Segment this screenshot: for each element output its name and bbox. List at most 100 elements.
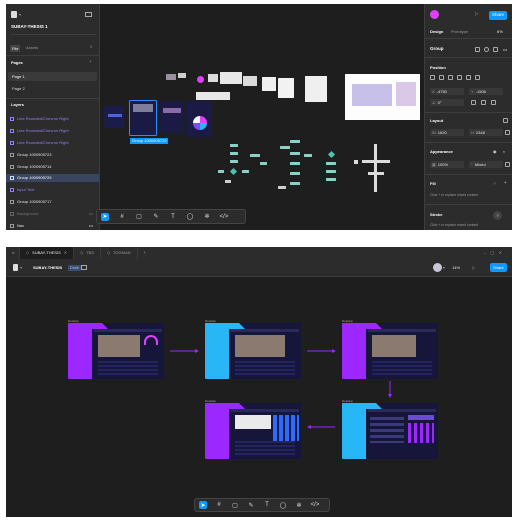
constrain-proportions-icon[interactable]: [505, 130, 510, 135]
flow-node[interactable]: [304, 154, 312, 157]
square-icon[interactable]: ▢: [231, 501, 239, 509]
eye-icon[interactable]: ◉: [493, 150, 497, 154]
layer-row[interactable]: Input Text: [6, 186, 99, 194]
avatar[interactable]: [197, 76, 204, 83]
flow-node[interactable]: [290, 182, 300, 185]
flip-horizontal-icon[interactable]: [481, 100, 486, 105]
styles-icon[interactable]: ⁘: [493, 182, 496, 186]
layer-row[interactable]: Nav •••: [6, 222, 99, 230]
more-icon[interactable]: •••: [89, 224, 93, 228]
actions-icon[interactable]: ✲: [203, 213, 211, 221]
code-icon[interactable]: </>: [311, 501, 320, 509]
align-right-icon[interactable]: [448, 75, 453, 80]
tab-design[interactable]: Design: [430, 30, 443, 34]
flow-node[interactable]: [354, 160, 358, 164]
align-top-icon[interactable]: [457, 75, 462, 80]
sidebar-toggle-icon[interactable]: [85, 12, 92, 17]
layer-row[interactable]: Group 1000905723: [6, 151, 99, 159]
square-icon[interactable]: ▢: [135, 213, 143, 221]
add-fill-icon[interactable]: +: [504, 180, 507, 186]
add-page-icon[interactable]: +: [89, 59, 92, 65]
rotate-icon[interactable]: [471, 100, 476, 105]
rotation-field[interactable]: ∠ 0°: [430, 99, 464, 106]
align-left-icon[interactable]: [430, 75, 435, 80]
frame-thumbnail[interactable]: [160, 101, 184, 133]
frame-thumbnail[interactable]: [104, 106, 124, 128]
align-middle-icon[interactable]: [466, 75, 471, 80]
flow-node[interactable]: [230, 160, 238, 163]
help-icon[interactable]: ?: [493, 211, 502, 220]
frame-thumbnail[interactable]: [243, 76, 257, 86]
opacity-field[interactable]: ▦ 100%: [430, 161, 464, 168]
hash-icon[interactable]: #: [118, 213, 126, 221]
flow-node[interactable]: [290, 140, 300, 143]
pen-icon[interactable]: ✎: [152, 213, 160, 221]
layer-row[interactable]: Background •••: [6, 210, 99, 218]
layer-row[interactable]: Line Rounded/Chevron Right: [6, 127, 99, 135]
flow-node[interactable]: [260, 162, 267, 165]
flow-node[interactable]: [326, 162, 336, 165]
flow-node[interactable]: [290, 172, 300, 175]
figma-logo-icon[interactable]: [11, 11, 17, 18]
frame-thumbnail[interactable]: [278, 78, 294, 98]
layer-row[interactable]: Line Rounded/Chevron Right: [6, 115, 99, 123]
component-icon[interactable]: [475, 47, 480, 52]
flow-node[interactable]: [230, 152, 238, 155]
cursor-icon[interactable]: ➤: [199, 501, 207, 509]
frame-thumbnail[interactable]: [178, 73, 186, 78]
tab-file[interactable]: File: [10, 45, 21, 52]
canvas[interactable]: Group 1000905729: [100, 4, 424, 230]
flow-node[interactable]: [280, 146, 290, 149]
layer-row-selected[interactable]: Group 1000905729: [6, 174, 99, 182]
text-icon[interactable]: T: [263, 501, 271, 509]
tab-assets[interactable]: Assets: [26, 46, 38, 50]
flow-node[interactable]: [278, 186, 286, 189]
flow-node[interactable]: [218, 170, 224, 173]
flip-vertical-icon[interactable]: [491, 100, 496, 105]
frame-thumbnail[interactable]: [208, 74, 218, 82]
mask-icon[interactable]: [484, 47, 489, 52]
independent-corners-icon[interactable]: [505, 162, 510, 167]
blend-icon[interactable]: ◐: [503, 150, 505, 154]
zoom-level[interactable]: 6%: [497, 30, 503, 34]
more-icon[interactable]: •••: [503, 48, 507, 52]
width-field[interactable]: W 1620: [430, 129, 464, 136]
avatar[interactable]: [430, 10, 439, 19]
flow-node[interactable]: [230, 144, 238, 147]
file-name[interactable]: SUBAY-THESIS 1: [11, 24, 48, 30]
comment-icon[interactable]: ◯: [186, 213, 194, 221]
layer-row[interactable]: Group 1000905717: [6, 198, 99, 206]
page-item-1[interactable]: Page 1: [12, 75, 25, 79]
chevron-down-icon[interactable]: ▾: [19, 13, 21, 17]
cursor-icon[interactable]: ➤: [101, 212, 109, 221]
layer-row[interactable]: Group 1000905714: [6, 163, 99, 171]
play-icon[interactable]: ▷: [475, 11, 478, 17]
comment-icon[interactable]: ◯: [279, 501, 287, 509]
actions-icon[interactable]: ✲: [295, 501, 303, 509]
flow-node[interactable]: [242, 170, 249, 173]
flow-node[interactable]: [225, 180, 231, 183]
code-icon[interactable]: </>: [220, 213, 229, 221]
share-button[interactable]: Share: [489, 11, 508, 20]
flow-node[interactable]: [250, 154, 260, 157]
frame-thumbnail[interactable]: [220, 72, 242, 84]
flow-decision[interactable]: [229, 167, 238, 176]
flow-node[interactable]: [290, 152, 300, 155]
flow-node[interactable]: [326, 170, 336, 173]
auto-layout-icon[interactable]: [503, 118, 508, 123]
more-icon[interactable]: •••: [89, 212, 93, 216]
frame-thumbnail[interactable]: [166, 74, 176, 80]
frame-thumbnail[interactable]: [305, 76, 327, 102]
hash-icon[interactable]: #: [215, 501, 223, 509]
frame-thumbnail[interactable]: [262, 77, 276, 91]
align-bottom-icon[interactable]: [475, 75, 480, 80]
corner-radius-field[interactable]: ⌜ Mixed: [469, 161, 503, 168]
page-item-2[interactable]: Page 2: [12, 87, 25, 91]
flow-decision[interactable]: [327, 150, 336, 159]
y-field[interactable]: Y -1506: [469, 88, 503, 95]
search-icon[interactable]: ⌕: [90, 44, 93, 50]
pen-icon[interactable]: ✎: [247, 501, 255, 509]
text-icon[interactable]: T: [169, 213, 177, 221]
tab-prototype[interactable]: Prototype: [451, 30, 468, 34]
frame-thumbnail[interactable]: [196, 92, 230, 100]
